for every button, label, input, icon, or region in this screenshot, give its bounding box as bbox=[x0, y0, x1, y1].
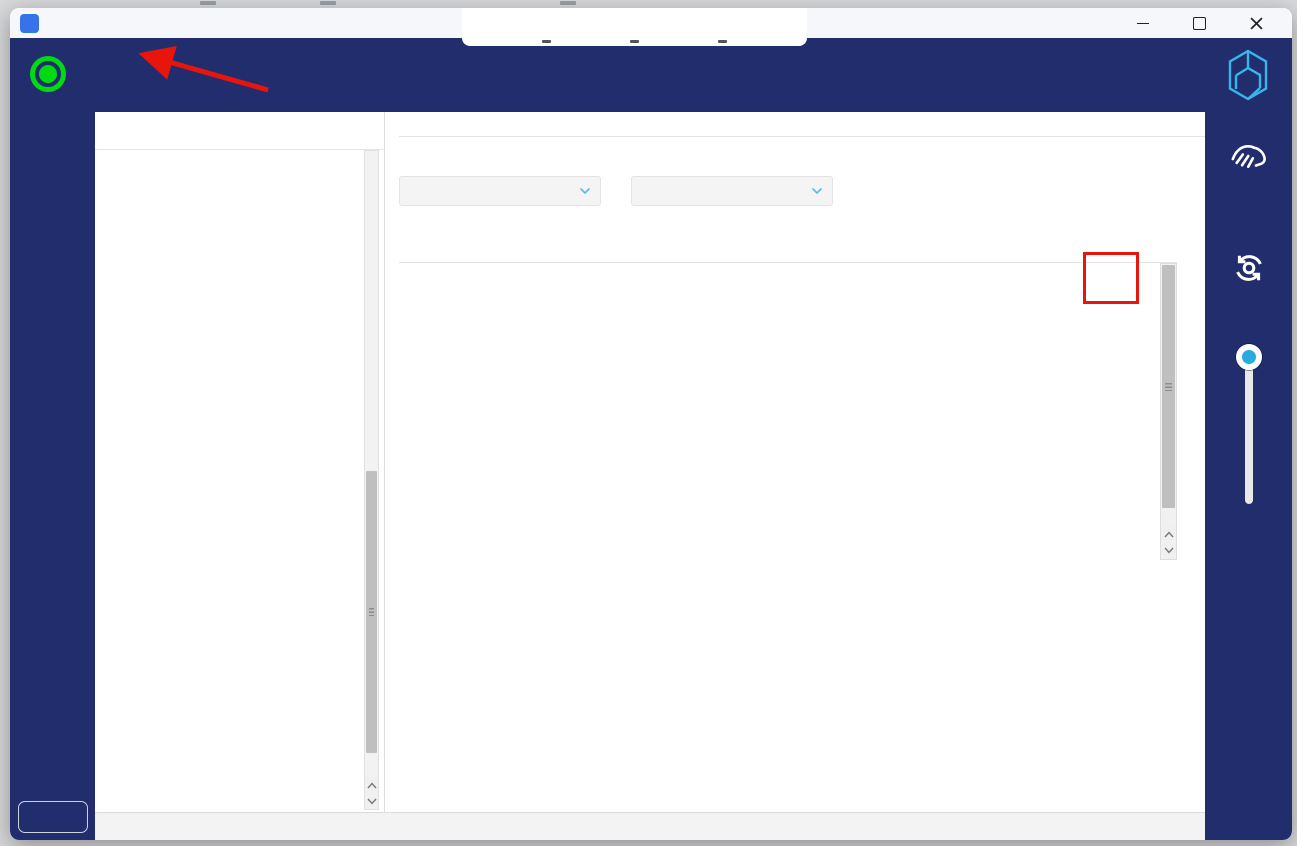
page-title bbox=[399, 122, 1205, 137]
speed-readout bbox=[1205, 532, 1292, 534]
table-filters bbox=[399, 176, 833, 206]
window-controls bbox=[1135, 16, 1282, 31]
io-type-select[interactable] bbox=[631, 176, 833, 206]
background-window-fragment bbox=[560, 1, 576, 5]
speed-slider[interactable] bbox=[1245, 344, 1253, 504]
vnc-logo-icon bbox=[20, 14, 39, 33]
cycle-icon bbox=[1229, 250, 1269, 291]
table-scrollbar[interactable] bbox=[1160, 263, 1177, 560]
config-tree bbox=[95, 150, 384, 812]
chevron-down-icon bbox=[579, 187, 591, 195]
manual-mode-button[interactable] bbox=[1205, 138, 1292, 187]
jog-sidebar bbox=[1205, 112, 1292, 840]
status-green-icon bbox=[30, 56, 66, 92]
loop-mode-button[interactable] bbox=[1205, 250, 1292, 299]
config-tree-panel bbox=[95, 112, 385, 812]
content-area bbox=[95, 112, 1205, 840]
tree-scrollbar[interactable] bbox=[364, 150, 379, 810]
tree-scroll-down-button[interactable] bbox=[365, 793, 378, 809]
io-table bbox=[399, 262, 1177, 560]
background-window-fragment bbox=[320, 1, 336, 5]
table-scroll-up-button[interactable] bbox=[1161, 526, 1176, 542]
app-topbar bbox=[10, 38, 1292, 112]
io-config-form bbox=[399, 600, 1205, 812]
primary-sidebar bbox=[10, 112, 95, 840]
tree-collapse-header[interactable] bbox=[95, 112, 384, 150]
tree-scroll-up-button[interactable] bbox=[365, 777, 378, 793]
vnc-toolbar-pill[interactable] bbox=[462, 8, 807, 46]
brand-cube-icon bbox=[1222, 48, 1274, 107]
app-body bbox=[10, 112, 1292, 840]
speed-slider-handle[interactable] bbox=[1236, 344, 1262, 370]
robot-mode-indicator bbox=[30, 56, 80, 92]
table-scroll-down-button[interactable] bbox=[1161, 542, 1176, 558]
maximize-button[interactable] bbox=[1192, 16, 1207, 31]
io-direction-select[interactable] bbox=[399, 176, 601, 206]
hand-icon bbox=[1229, 138, 1269, 179]
status-bar bbox=[95, 812, 1205, 840]
close-button[interactable] bbox=[1249, 16, 1264, 31]
chevron-down-icon bbox=[811, 187, 823, 195]
d2ac-logo-button[interactable] bbox=[18, 801, 88, 833]
annotation-highlight-box bbox=[1083, 252, 1139, 304]
table-scrollbar-thumb[interactable] bbox=[1162, 265, 1175, 508]
background-window-fragment bbox=[200, 1, 216, 5]
task-config-info bbox=[695, 47, 709, 115]
io-config-main-panel bbox=[385, 112, 1205, 812]
tree-scrollbar-thumb[interactable] bbox=[366, 471, 377, 753]
desktop bbox=[0, 0, 1297, 846]
vnc-viewer-window bbox=[10, 8, 1292, 840]
minimize-button[interactable] bbox=[1135, 16, 1150, 31]
